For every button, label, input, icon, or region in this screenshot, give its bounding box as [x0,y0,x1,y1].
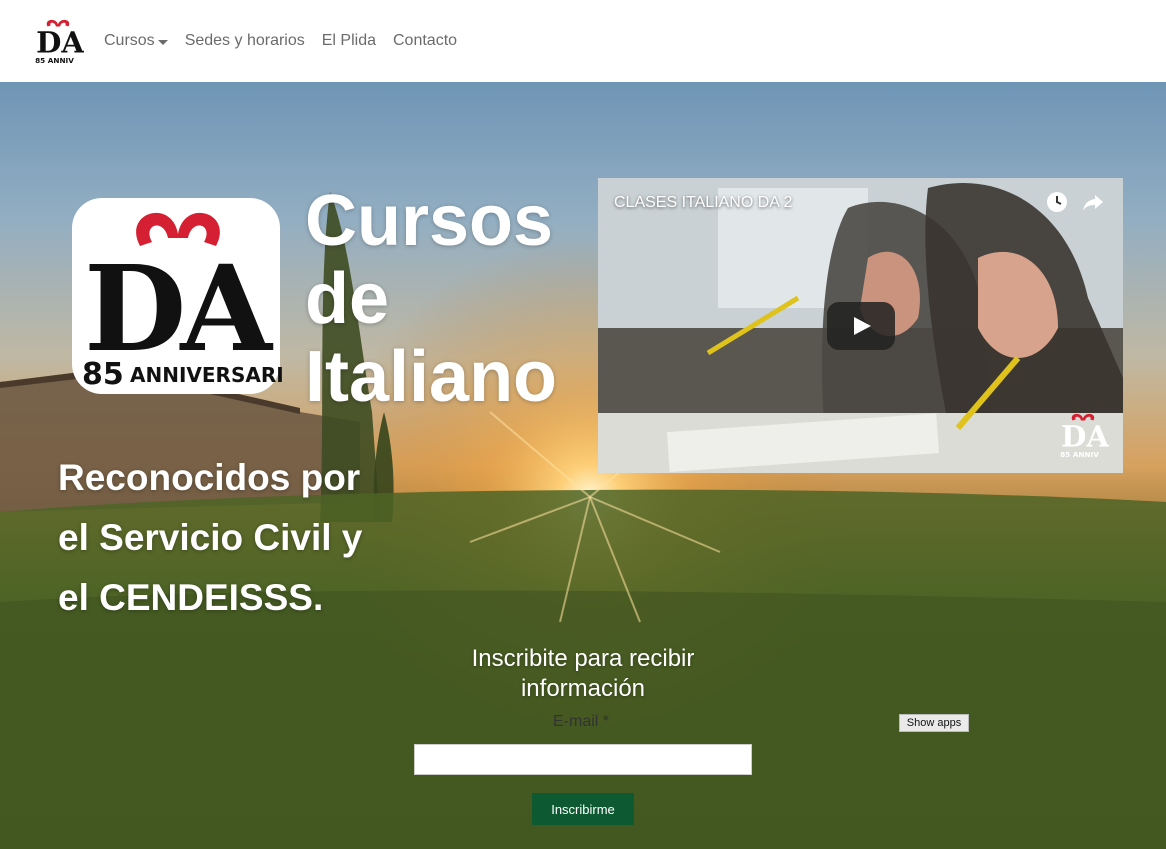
youtube-video-embed[interactable]: CLASES ITALIANO DA 2 DA 85 ANNIV [598,178,1123,473]
nav-sedes-horarios[interactable]: Sedes y horarios [185,32,305,50]
show-apps-button[interactable]: Show apps [899,714,969,732]
hero-title: Cursos de Italiano [305,182,585,416]
da-85-anniversario-logo: DA 85 ANNIVERSARIO [72,198,282,394]
nav-contacto[interactable]: Contacto [393,32,457,50]
email-input[interactable] [414,744,752,775]
subscribe-form-title: Inscribite para recibir información [471,645,695,702]
hero-section: DA 85 ANNIVERSARIO Cursos de Italiano Re… [0,82,1166,849]
svg-text:DA: DA [36,25,84,59]
clock-icon[interactable] [1045,190,1069,214]
hero-subtitle-line: Reconocidos por [58,457,361,498]
da-logo[interactable]: DA 85 ANNIV [32,15,84,67]
nav-cursos-dropdown[interactable]: Cursos [104,32,168,50]
nav-el-plida[interactable]: El Plida [322,32,376,50]
hero-subtitle-line: el Servicio Civil y [58,517,363,558]
nav-cursos-label: Cursos [104,32,155,49]
video-da-logo: DA 85 ANNIV [1060,413,1109,459]
svg-text:85 ANNIV: 85 ANNIV [35,56,74,65]
email-label-text: E-mail [553,713,599,730]
email-label: E-mail * [553,713,609,731]
subscribe-button[interactable]: Inscribirme [532,793,634,825]
hero-title-line: de [305,259,390,339]
top-navbar: DA 85 ANNIV Cursos Sedes y horarios El P… [0,0,1166,82]
svg-text:DA: DA [1061,419,1109,453]
play-icon[interactable] [827,302,895,350]
video-title: CLASES ITALIANO DA 2 [614,194,793,211]
hero-title-line: Cursos [305,181,554,261]
svg-text:85: 85 [82,357,124,392]
svg-text:85 ANNIV: 85 ANNIV [1060,450,1099,459]
hero-subtitle-line: el CENDEISSS. [58,577,324,618]
required-marker: * [602,713,610,730]
hero-subtitle: Reconocidos por el Servicio Civil y el C… [58,448,398,628]
share-icon[interactable] [1081,190,1105,214]
svg-text:ANNIVERSARIO: ANNIVERSARIO [130,363,282,387]
caret-down-icon [157,39,168,45]
hero-title-line: Italiano [305,337,558,417]
